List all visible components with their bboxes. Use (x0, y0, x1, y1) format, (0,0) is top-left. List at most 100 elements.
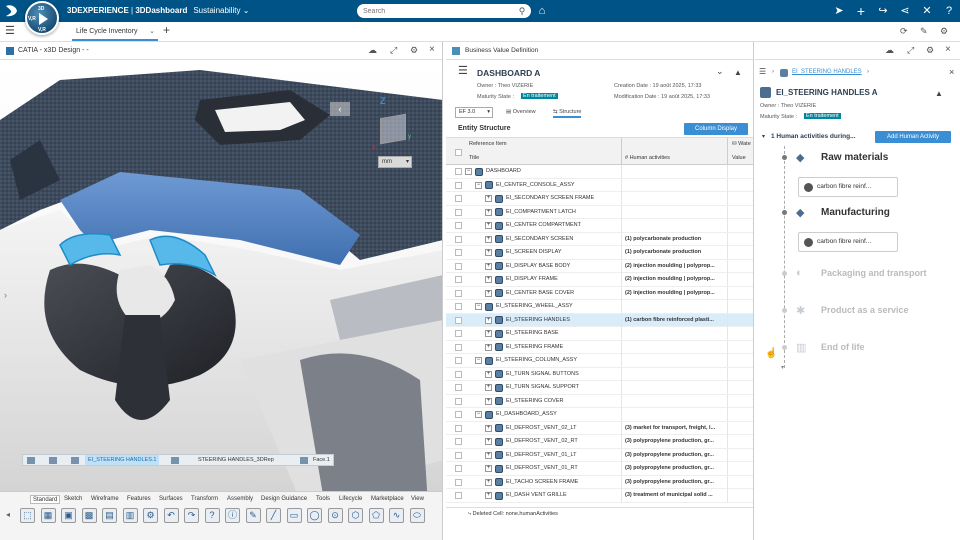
close-icon[interactable]: × (945, 44, 951, 55)
row-checkbox[interactable] (455, 330, 462, 337)
tab-overview[interactable]: ▤ Overview (506, 109, 536, 115)
row-checkbox[interactable] (455, 438, 462, 445)
table-row[interactable]: + EI_TACHO SCREEN FRAME (3) polypropylene … (446, 475, 753, 489)
expand-toggle-icon[interactable]: + (485, 384, 492, 391)
network-icon[interactable]: ⋖ (898, 4, 912, 18)
row-human-activities[interactable]: (2) injection moulding | polyprop... (625, 273, 725, 286)
select-icon[interactable]: ⬚ (20, 508, 35, 523)
row-checkbox[interactable] (455, 397, 462, 405)
toolbar-tab[interactable]: Lifecycle (339, 495, 362, 504)
lifecycle-stage[interactable]: Manufacturing (821, 207, 890, 218)
render-icon[interactable]: ▤ (102, 508, 117, 523)
expand-toggle-icon[interactable]: + (485, 370, 492, 378)
row-checkbox[interactable] (455, 262, 462, 270)
row-title[interactable]: EI_DEFROST_VENT_01_RT (506, 462, 578, 475)
table-row[interactable]: + EI_CENTER COMPARTMENT (446, 219, 753, 233)
expand-toggle-icon[interactable]: + (485, 222, 492, 229)
row-checkbox[interactable] (455, 343, 462, 351)
row-checkbox[interactable] (455, 492, 462, 499)
row-title[interactable]: EI_COMPARTMENT LATCH (506, 206, 576, 219)
expand-toggle-icon[interactable]: − (475, 411, 482, 418)
expand-icon[interactable]: ⤢ (907, 45, 914, 56)
spline-icon[interactable]: ∿ (389, 508, 404, 523)
table-row[interactable]: + EI_SECONDARY SCREEN (1) polycarbonate pr… (446, 232, 753, 246)
cloud-icon[interactable]: ☁ (368, 45, 377, 56)
expand-toggle-icon[interactable]: + (485, 424, 492, 432)
select-all-checkbox[interactable] (455, 149, 462, 156)
add-icon[interactable]: + (854, 4, 868, 18)
table-row[interactable]: + EI_CENTER BASE COVER (2) injection mould… (446, 286, 753, 300)
chevron-down-icon[interactable]: ⌄ (243, 6, 250, 15)
row-title[interactable]: EI_STEERING_COLUMN_ASSY (496, 354, 577, 367)
row-human-activities[interactable]: (3) polypropylene production, gr... (625, 476, 725, 489)
search-input[interactable] (357, 4, 531, 18)
toolbar-tab[interactable]: Surfaces (159, 495, 183, 504)
row-human-activities[interactable]: (3) polypropylene production, gr... (625, 435, 725, 448)
table-row[interactable]: + EI_TURN SIGNAL SUPPORT (446, 381, 753, 395)
add-human-activity-button[interactable]: Add Human Activity (875, 131, 951, 143)
col-reference-item[interactable]: Reference Item (469, 141, 507, 147)
breadcrumb-item[interactable]: Face.1 (311, 455, 332, 465)
table-row[interactable]: + EI_DEFROST_VENT_02_RT (3) polypropylene … (446, 435, 753, 449)
undo-icon[interactable]: ↶ (163, 508, 179, 523)
row-checkbox[interactable] (455, 411, 462, 418)
expand-toggle-icon[interactable]: + (485, 208, 492, 216)
dashboard-selector[interactable]: Sustainability (193, 6, 240, 15)
row-human-activities[interactable]: (3) market for transport, freight, l... (625, 422, 725, 435)
toolbar-tab[interactable]: Marketplace (371, 495, 404, 504)
row-title[interactable]: DASHBOARD (486, 165, 521, 178)
row-checkbox[interactable] (455, 249, 462, 256)
scroll-left-icon[interactable]: ◂ (6, 510, 10, 519)
row-title[interactable]: EI_DEFROST_VENT_02_LT (506, 422, 577, 435)
expand-toggle-icon[interactable]: + (485, 289, 492, 297)
row-title[interactable]: EI_SECONDARY SCREEN (506, 233, 573, 246)
breadcrumb-item[interactable]: STEERING HANDLES_3DRep (195, 455, 277, 465)
row-checkbox[interactable] (455, 195, 462, 202)
save-icon[interactable]: ▣ (61, 508, 76, 523)
expand-icon[interactable]: ⤢ (390, 45, 397, 56)
forward-icon[interactable]: ↪ (876, 4, 890, 18)
table-row[interactable]: − DASHBOARD (446, 165, 753, 179)
table-row[interactable]: + EI_SECONDARY SCREEN FRAME (446, 192, 753, 206)
row-checkbox[interactable] (455, 235, 462, 243)
row-checkbox[interactable] (455, 222, 462, 229)
cloud-icon[interactable]: ☁ (885, 45, 894, 56)
hexagon-icon[interactable]: ⬡ (348, 508, 363, 523)
properties-icon[interactable]: ▥ (122, 508, 138, 523)
human-activities-section[interactable]: 1 Human activities during... (771, 133, 856, 140)
collapse-icon[interactable]: ▲ (935, 89, 943, 98)
table-row[interactable]: + EI_DEFROST_VENT_01_RT (3) polypropylene … (446, 462, 753, 476)
toolbar-tab[interactable]: Tools (316, 495, 330, 504)
explorer-icon[interactable]: ▦ (40, 508, 56, 523)
row-title[interactable]: EI_TURN SIGNAL BUTTONS (506, 368, 579, 381)
tab-structure[interactable]: ⇆ Structure (553, 109, 582, 118)
lifecycle-stage[interactable]: End of life (821, 342, 865, 352)
expand-toggle-icon[interactable]: − (475, 181, 482, 189)
row-checkbox[interactable] (455, 181, 462, 189)
share-icon[interactable]: ➤ (832, 4, 846, 18)
settings-icon[interactable]: ⚙ (926, 45, 934, 56)
expand-toggle-icon[interactable]: + (485, 492, 492, 499)
row-title[interactable]: EI_CENTER BASE COVER (506, 287, 574, 300)
expand-toggle-icon[interactable]: − (475, 357, 482, 364)
row-checkbox[interactable] (455, 357, 462, 364)
row-title[interactable]: EI_CENTER_CONSOLE_ASSY (496, 179, 575, 192)
row-title[interactable]: EI_SCREEN DISPLAY (506, 246, 562, 259)
publish-icon[interactable]: ▩ (81, 508, 97, 523)
row-title[interactable]: EI_STEERING BASE (506, 327, 559, 340)
row-title[interactable]: EI_STEERING COVER (506, 395, 563, 408)
ellipse-icon[interactable]: ⬭ (409, 508, 425, 523)
version-select[interactable]: EF 3.0 ▾ (455, 107, 493, 118)
breadcrumb-item[interactable]: EI_STEERING HANDLES.1 (85, 455, 160, 465)
help-icon[interactable]: ? (204, 508, 220, 523)
table-row[interactable]: + EI_DEFROST_VENT_01_LT (3) polypropylene … (446, 448, 753, 462)
menu-icon[interactable]: ☰ (759, 68, 766, 76)
expand-toggle-icon[interactable]: + (485, 465, 492, 472)
expand-toggle-icon[interactable]: − (465, 168, 472, 175)
row-checkbox[interactable] (455, 370, 462, 378)
material-card[interactable]: carbon fibre reinf... (798, 177, 898, 197)
expand-left-icon[interactable]: › (4, 290, 7, 300)
material-card[interactable]: carbon fibre reinf... (798, 232, 898, 252)
table-row[interactable]: − EI_CENTER_CONSOLE_ASSY (446, 178, 753, 192)
expand-toggle-icon[interactable]: + (485, 330, 492, 337)
